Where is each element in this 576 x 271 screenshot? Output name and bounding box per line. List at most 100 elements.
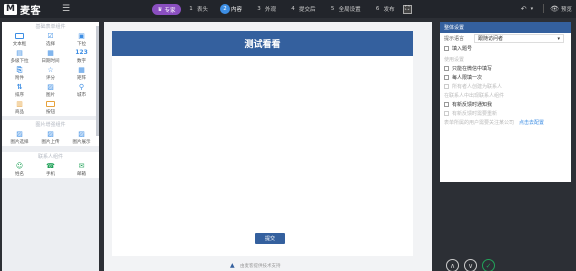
component-label: 姓名 [15,172,24,177]
fullscreen-icon[interactable]: ⛶ [402,4,412,14]
preview-button[interactable]: 预览 [561,5,572,13]
mail-icon: ✉ [78,162,85,170]
component-phone[interactable]: ☎ 手机 [35,161,66,178]
once-per-person-row[interactable]: 每人限填一次 [440,73,571,82]
scrollbar[interactable] [96,26,99,136]
step-appearance[interactable]: 3 外观 [254,4,276,14]
top-right-actions: ↶ ▾ 👁 预览 [521,4,572,13]
component-label: 下拉 [77,42,86,47]
radio-icon: ☑ [47,32,54,40]
image-icon: ▨ [47,83,54,91]
contact-components-group: 联系人组件 ☺ 姓名 ☎ 手机 ✉ 邮箱 [2,152,99,178]
component-city[interactable]: ⚲ 城市 [66,82,97,99]
location-icon: ⚲ [78,83,85,91]
checkbox[interactable] [444,84,449,89]
company-follow-text: 表单所属的用户需要关注某公司 [444,120,515,126]
component-choice[interactable]: ☑ 选择 [35,31,66,48]
step-label: 表头 [197,7,209,13]
prompt-language-label: 提示语言 [444,36,465,42]
form-title[interactable]: 测试看看 [112,31,413,56]
notify-edit-row[interactable]: 有新反馈时需要重新 [440,109,571,118]
step-content[interactable]: 2 内容 [220,4,242,14]
component-datetime[interactable]: ▦ 日期时间 [35,48,66,65]
component-textbox[interactable]: 文本框 [4,31,35,48]
component-label: 矩阵 [77,76,86,81]
notify-new-row[interactable]: 有新反馈时通知我 [440,100,571,109]
step-number: 3 [257,6,261,12]
only-wechat-row[interactable]: 只能在微信中填写 [440,64,571,73]
image-display-icon: ▨ [78,130,85,138]
component-rating[interactable]: ☆ 评分 [35,65,66,82]
component-sort[interactable]: ⇅ 排序 [4,82,35,99]
panel-footer [440,182,571,271]
checkbox-label: 有新反馈时需要重新 [452,111,498,117]
component-label: 评分 [46,76,55,81]
component-label: 排序 [15,93,24,98]
sort-icon: ⇅ [16,83,23,91]
divider [543,4,545,13]
component-product[interactable]: ▥ 商品 [4,99,35,116]
step-header[interactable]: 1 表头 [186,4,208,14]
component-grid: 文本框 ☑ 选择 ▣ 下拉 ▤ 多级下拉 ▦ 日期时间 123 数字 ⎘ 附件 … [2,31,99,116]
component-image-upload[interactable]: ▨ 图片上传 [35,129,66,146]
checkbox[interactable] [444,66,449,71]
step-global-settings[interactable]: 5 全局设置 [328,4,361,14]
cascade-icon: ▤ [16,49,23,57]
dropdown-icon: ▣ [78,32,85,40]
submit-button[interactable]: 提交 [255,233,285,244]
move-up-icon[interactable]: ∧ [446,259,459,271]
number-icon: 123 [75,49,88,56]
step-label: 外观 [265,7,277,13]
calendar-icon: ▦ [47,49,54,57]
step-publish[interactable]: 6 发布 [373,4,395,14]
component-image[interactable]: ▨ 图片 [35,82,66,99]
crown-icon: ♛ [157,6,163,13]
chevron-down-icon[interactable]: ▾ [531,6,534,12]
pro-badge[interactable]: ♛ 专家 [152,4,181,15]
step-nav: 1 表头 2 内容 3 外观 4 提交后 5 全局设置 6 发布 ⛶ [186,3,412,15]
form-preview: 测试看看 提交 [112,31,413,256]
owner-contact-row[interactable]: 所有者人创建为联系人 [440,82,571,91]
checkbox[interactable] [444,46,449,51]
component-image-select[interactable]: ▨ 图片选择 [4,129,35,146]
component-image-display[interactable]: ▨ 图片展示 [66,129,97,146]
component-matrix[interactable]: ▦ 矩阵 [66,65,97,82]
powered-by: ▲ 由麦客提供技术支持 [230,262,281,269]
pro-badge-label: 专家 [164,7,176,14]
confirm-icon[interactable]: ✓ [482,259,495,271]
prompt-language-select[interactable]: 跟随访问者 ▾ [474,34,564,43]
top-bar: M 麦客 ☰ ♛ 专家 1 表头 2 内容 3 外观 4 提交后 5 全局设置 … [0,0,576,18]
star-icon: ☆ [47,66,54,74]
image-components-group: 图片增强组件 ▨ 图片选择 ▨ 图片上传 ▨ 图片展示 [2,120,99,146]
component-cascade[interactable]: ▤ 多级下拉 [4,48,35,65]
component-label: 城市 [77,93,86,98]
component-label: 文本框 [12,42,27,47]
step-after-submit[interactable]: 4 提交后 [288,4,315,14]
component-button[interactable]: 按钮 [35,99,66,116]
step-number: 5 [330,6,335,12]
number-questions-row[interactable]: 填入题号 [440,44,571,53]
step-number: 2 [220,4,231,14]
component-email[interactable]: ✉ 邮箱 [66,161,97,178]
logo[interactable]: M 麦客 [4,2,60,17]
powered-by-text: 由麦客提供技术支持 [240,263,281,269]
step-label: 内容 [231,7,243,13]
checkbox[interactable] [444,111,449,116]
checkbox[interactable] [444,75,449,80]
undo-icon[interactable]: ↶ [521,5,527,13]
checkbox-label: 只能在微信中填写 [452,66,493,72]
component-name[interactable]: ☺ 姓名 [4,161,35,178]
checkbox[interactable] [444,102,449,107]
component-number[interactable]: 123 数字 [66,48,97,65]
settings-panel: 整体设置 提示语言 跟随访问者 ▾ 填入题号 使用设置 只能在微信中填写 每人限… [440,22,571,182]
component-dropdown[interactable]: ▣ 下拉 [66,31,97,48]
component-attachment[interactable]: ⎘ 附件 [4,65,35,82]
hamburger-menu-icon[interactable]: ☰ [62,4,72,14]
configure-link[interactable]: 点击去配置 [519,119,544,126]
checkbox-label: 所有者人创建为联系人 [452,84,503,90]
component-label: 按钮 [46,110,55,115]
eye-icon[interactable]: 👁 [550,5,559,13]
move-down-icon[interactable]: ∨ [464,259,477,271]
textbox-icon [15,32,24,40]
image-select-icon: ▨ [16,130,23,138]
